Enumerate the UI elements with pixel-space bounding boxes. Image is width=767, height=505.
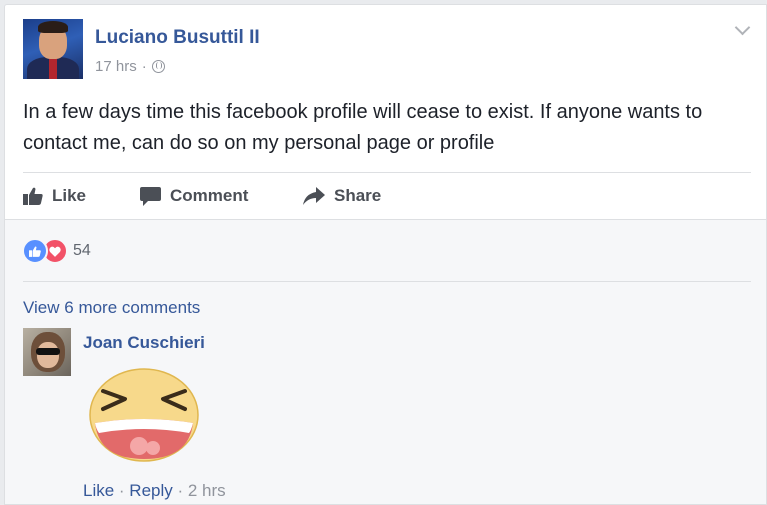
like-label: Like	[52, 186, 87, 205]
commenter-avatar[interactable]	[23, 328, 71, 376]
action-separator: ·	[172, 481, 188, 500]
action-separator: ·	[114, 481, 130, 500]
like-button[interactable]: Like	[23, 186, 140, 206]
post-card: Luciano Busuttil II 17 hrs · In a few da…	[4, 4, 767, 505]
comment-like-link[interactable]: Like	[83, 481, 114, 500]
share-icon	[303, 187, 325, 205]
like-reaction-icon	[22, 238, 48, 264]
comments-section: 54 View 6 more comments Joan Cuschieri L…	[5, 219, 766, 504]
divider	[23, 172, 751, 173]
chevron-down-icon[interactable]	[734, 19, 751, 36]
comment-reply-link[interactable]: Reply	[129, 481, 172, 500]
comment-label: Comment	[170, 186, 249, 205]
post-actions: Like Comment Share	[23, 185, 381, 207]
divider	[23, 281, 751, 282]
post-text: In a few days time this facebook profile…	[23, 101, 703, 154]
meta-separator: ·	[141, 58, 147, 75]
comment-icon	[140, 186, 161, 206]
reaction-summary[interactable]: 54	[22, 238, 91, 264]
post-meta: 17 hrs ·	[95, 58, 165, 75]
comment-button[interactable]: Comment	[140, 186, 303, 206]
laughing-sticker	[89, 368, 199, 462]
post-author-name[interactable]: Luciano Busuttil II	[95, 27, 260, 49]
comment-author-name[interactable]: Joan Cuschieri	[83, 333, 205, 353]
reaction-count: 54	[73, 242, 91, 259]
comment-timestamp[interactable]: 2 hrs	[188, 481, 226, 500]
comment-actions: Like · Reply · 2 hrs	[83, 481, 226, 501]
view-more-comments-link[interactable]: View 6 more comments	[23, 298, 200, 318]
post-timestamp[interactable]: 17 hrs	[95, 58, 137, 75]
share-label: Share	[334, 186, 382, 205]
share-button[interactable]: Share	[303, 186, 381, 206]
globe-icon[interactable]	[151, 60, 165, 73]
thumbs-up-icon	[23, 187, 43, 205]
author-avatar[interactable]	[23, 19, 83, 79]
